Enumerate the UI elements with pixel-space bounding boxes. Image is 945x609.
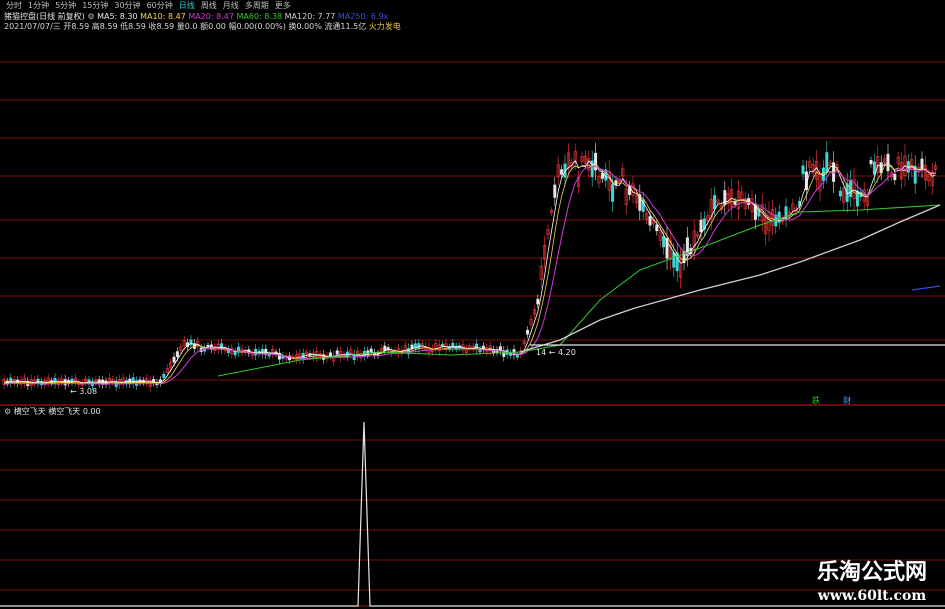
- site-watermark: 乐淘公式网 www.60lt.com: [817, 558, 927, 606]
- watermark-title: 乐淘公式网: [816, 559, 927, 585]
- marker-a: 跌: [812, 396, 820, 405]
- indicator-info-bar: ⚙ 横空飞天 横空飞天 0.00: [4, 407, 101, 417]
- stock-chart-app: 分时 1分钟 5分钟 15分钟 30分钟 60分钟 日线 周线 月线 多周期 更多 猪猫控盘(日线 …: [0, 0, 945, 609]
- candle-body: [821, 167, 825, 181]
- candle-body: [611, 184, 615, 202]
- ma250-line: [911, 285, 941, 291]
- ma20-line: [3, 165, 936, 385]
- candle-body: [920, 158, 924, 171]
- candle-body: [893, 173, 897, 181]
- candlestick-chart[interactable]: ← 3.08 14 ← 4.20: [0, 0, 945, 609]
- signal-markers: 跌 财: [812, 396, 851, 406]
- candle-body: [162, 373, 166, 378]
- candle-body: [369, 348, 373, 352]
- indicator-title[interactable]: 横空飞天: [14, 407, 46, 416]
- candle-body: [536, 298, 540, 305]
- low-price-label: ← 3.08: [70, 387, 97, 396]
- candle-body: [855, 190, 859, 207]
- candle-body: [328, 352, 332, 357]
- settings-icon[interactable]: ⚙: [4, 407, 14, 416]
- candle-body: [560, 169, 564, 175]
- marker-b: 财: [843, 396, 852, 405]
- high-price-label: 14 ← 4.20: [536, 348, 576, 357]
- candle-body: [16, 379, 20, 384]
- candle-body: [526, 329, 530, 335]
- indicator-line-name: 横空飞天: [48, 407, 81, 416]
- candle-body: [206, 344, 210, 348]
- candle-body: [175, 351, 179, 358]
- candle-body: [335, 350, 339, 355]
- candle-body: [553, 184, 557, 198]
- ma120-line: [519, 204, 941, 353]
- candle-body: [655, 224, 659, 232]
- candle-body: [869, 160, 873, 165]
- candle-body: [594, 152, 598, 171]
- ma60-line: [217, 204, 941, 377]
- candle-body: [825, 152, 829, 172]
- candle-body: [172, 356, 176, 363]
- candle-body: [648, 216, 652, 226]
- candle-body: [699, 219, 703, 233]
- candle-body: [713, 195, 717, 210]
- candle-body: [662, 236, 666, 248]
- candle-body: [801, 165, 805, 175]
- watermark-url: www.60lt.com: [817, 588, 927, 604]
- indicator-value: 0.00: [82, 407, 101, 416]
- candle-body: [838, 190, 842, 197]
- candle-body: [515, 354, 519, 358]
- indicator-spike: [0, 421, 945, 607]
- candle-body: [886, 153, 890, 172]
- candle-body: [672, 252, 676, 268]
